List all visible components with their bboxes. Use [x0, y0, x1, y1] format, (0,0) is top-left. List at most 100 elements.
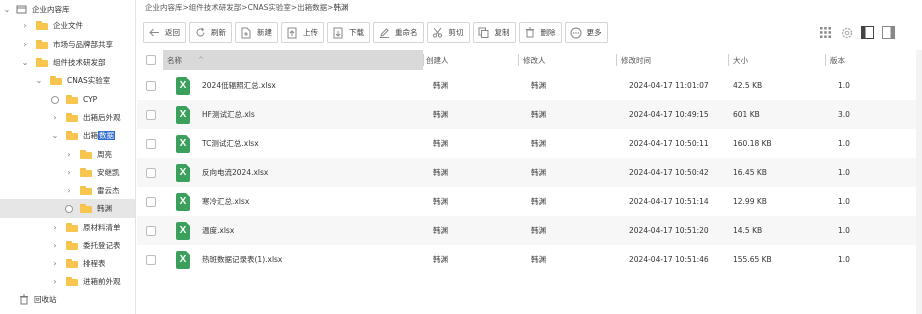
file-name[interactable]: HF测试汇总.xls [202, 109, 255, 120]
breadcrumb-item[interactable]: 出箱数据 [297, 3, 327, 12]
row-checkbox[interactable] [146, 80, 156, 91]
row-checkbox[interactable] [146, 109, 156, 120]
breadcrumb-item[interactable]: CNAS实验室 [248, 3, 291, 12]
file-name-cell[interactable]: X 2024低辐照汇总.xlsx [176, 71, 421, 100]
file-name-cell[interactable]: X TC测试汇总.xlsx [176, 129, 421, 158]
tree-item-enterprise-files[interactable]: › 企业文件 [0, 16, 135, 35]
file-name-cell[interactable]: X 热斑数据记录表(1).xlsx [176, 245, 421, 274]
upload-button[interactable]: 上传 [281, 22, 324, 43]
column-divider[interactable] [616, 54, 617, 66]
table-row[interactable]: X 温度.xlsx 韩渊 韩渊 2024-04-17 10:51:20 14.5 KB 1.… [137, 216, 916, 245]
column-modifier[interactable]: 修改人 [523, 50, 618, 70]
breadcrumb-item[interactable]: 组件技术研发部 [189, 3, 242, 12]
chevron-right-icon[interactable]: › [64, 150, 74, 160]
column-modified[interactable]: 修改时间 [621, 50, 726, 70]
chevron-right-icon[interactable]: › [20, 40, 30, 50]
chevron-right-icon[interactable]: › [20, 21, 30, 31]
more-button[interactable]: 更多 [564, 22, 608, 43]
tree-item-hanyuan[interactable]: 韩渊 [0, 199, 135, 218]
chevron-right-icon[interactable]: › [50, 241, 60, 251]
row-checkbox[interactable] [146, 196, 156, 207]
grid-view-icon[interactable] [817, 24, 834, 41]
rename-button[interactable]: 重命名 [373, 22, 424, 43]
table-row[interactable]: X HF测试汇总.xls 韩渊 韩渊 2024-04-17 10:49:15 601 KB… [137, 100, 916, 129]
settings-icon[interactable] [838, 24, 855, 41]
file-name[interactable]: TC测试汇总.xlsx [202, 138, 259, 149]
tree-item-materials[interactable]: › 原材料清单 [0, 218, 135, 237]
file-name-cell[interactable]: X 反向电流2024.xlsx [176, 158, 421, 187]
refresh-button[interactable]: 刷新 [189, 22, 232, 43]
chevron-right-icon[interactable]: › [50, 277, 60, 287]
select-all-cell[interactable] [146, 50, 160, 70]
row-checkbox-cell[interactable] [146, 216, 160, 245]
chevron-down-icon[interactable]: ⌄ [20, 58, 30, 68]
row-checkbox-cell[interactable] [146, 245, 160, 274]
file-name-cell[interactable]: X 寒冷汇总.xlsx [176, 187, 421, 216]
vertical-scrollbar[interactable] [916, 50, 922, 314]
column-creator[interactable]: 创建人 [426, 50, 516, 70]
modified-time-cell: 2024-04-17 10:50:11 [629, 139, 709, 148]
tree-item-box-data[interactable]: ⌄ 出箱数据 [0, 126, 135, 145]
tree-item-anjikai[interactable]: › 安继凯 [0, 163, 135, 182]
tree-item-trash[interactable]: 回收站 [0, 290, 135, 309]
chevron-right-icon[interactable]: › [64, 186, 74, 196]
chevron-down-icon[interactable]: ⌄ [2, 5, 12, 15]
chevron-down-icon[interactable]: ⌄ [34, 76, 44, 86]
file-name-cell[interactable]: X 温度.xlsx [176, 216, 421, 245]
tree-item-cnas-lab[interactable]: ⌄ CNAS实验室 [0, 71, 135, 90]
column-version[interactable]: 版本 [830, 50, 910, 70]
column-divider[interactable] [423, 54, 424, 66]
tree-item-after-box[interactable]: › 出箱后外观 [0, 108, 135, 127]
copy-button[interactable]: 复制 [472, 22, 516, 43]
table-row[interactable]: X 反向电流2024.xlsx 韩渊 韩渊 2024-04-17 10:50:42 16.… [137, 158, 916, 187]
column-name[interactable]: 名称 ^ [163, 50, 423, 70]
tree-item-commission[interactable]: › 委托登记表 [0, 236, 135, 255]
list-view-icon[interactable] [859, 24, 876, 41]
tree-item-zhouliang[interactable]: › 周亮 [0, 145, 135, 164]
file-name[interactable]: 热斑数据记录表(1).xlsx [202, 254, 282, 265]
delete-button[interactable]: 删除 [518, 22, 562, 43]
cut-button[interactable]: 剪切 [426, 22, 470, 43]
column-divider[interactable] [728, 54, 729, 66]
tree-item-cyp[interactable]: CYP [0, 90, 135, 109]
tree-item-marketing[interactable]: › 市场与品牌部共享 [0, 35, 135, 54]
chevron-right-icon[interactable]: › [50, 113, 60, 123]
column-divider[interactable] [518, 54, 519, 66]
row-checkbox-cell[interactable] [146, 158, 160, 187]
file-name-cell[interactable]: X HF测试汇总.xls [176, 100, 421, 129]
column-size[interactable]: 大小 [733, 50, 823, 70]
row-checkbox-cell[interactable] [146, 187, 160, 216]
row-checkbox[interactable] [146, 254, 156, 265]
sort-caret-icon[interactable]: ^ [198, 56, 204, 64]
detail-panel-icon[interactable] [880, 24, 897, 41]
chevron-right-icon[interactable]: › [50, 259, 60, 269]
column-modified-label: 修改时间 [621, 55, 651, 65]
row-checkbox[interactable] [146, 225, 156, 236]
file-name[interactable]: 寒冷汇总.xlsx [202, 196, 249, 207]
download-button[interactable]: 下载 [327, 22, 370, 43]
table-row[interactable]: X 热斑数据记录表(1).xlsx 韩渊 韩渊 2024-04-17 10:51:46 1… [137, 245, 916, 274]
chevron-right-icon[interactable]: › [50, 223, 60, 233]
chevron-right-icon[interactable]: › [64, 168, 74, 178]
file-name[interactable]: 温度.xlsx [202, 225, 234, 236]
new-button[interactable]: 新建 [235, 22, 278, 43]
select-all-checkbox[interactable] [146, 55, 156, 65]
row-checkbox-cell[interactable] [146, 100, 160, 129]
tree-item-rd-dept[interactable]: ⌄ 组件技术研发部 [0, 53, 135, 72]
column-divider[interactable] [825, 54, 826, 66]
table-row[interactable]: X 2024低辐照汇总.xlsx 韩渊 韩渊 2024-04-17 11:01:07 42… [137, 71, 916, 100]
chevron-down-icon[interactable]: ⌄ [50, 131, 60, 141]
table-row[interactable]: X 寒冷汇总.xlsx 韩渊 韩渊 2024-04-17 10:51:14 12.99 K… [137, 187, 916, 216]
tree-item-before-box[interactable]: › 进箱前外观 [0, 272, 135, 291]
breadcrumb-item[interactable]: 企业内容库 [145, 3, 183, 12]
tree-item-leiyunjie[interactable]: › 雷云杰 [0, 181, 135, 200]
row-checkbox[interactable] [146, 167, 156, 178]
row-checkbox[interactable] [146, 138, 156, 149]
file-name[interactable]: 2024低辐照汇总.xlsx [202, 80, 276, 91]
tree-item-schedule[interactable]: › 排程表 [0, 254, 135, 273]
row-checkbox-cell[interactable] [146, 129, 160, 158]
row-checkbox-cell[interactable] [146, 71, 160, 100]
table-row[interactable]: X TC测试汇总.xlsx 韩渊 韩渊 2024-04-17 10:50:11 160.1… [137, 129, 916, 158]
back-button[interactable]: 返回 [143, 22, 186, 43]
file-name[interactable]: 反向电流2024.xlsx [202, 167, 268, 178]
